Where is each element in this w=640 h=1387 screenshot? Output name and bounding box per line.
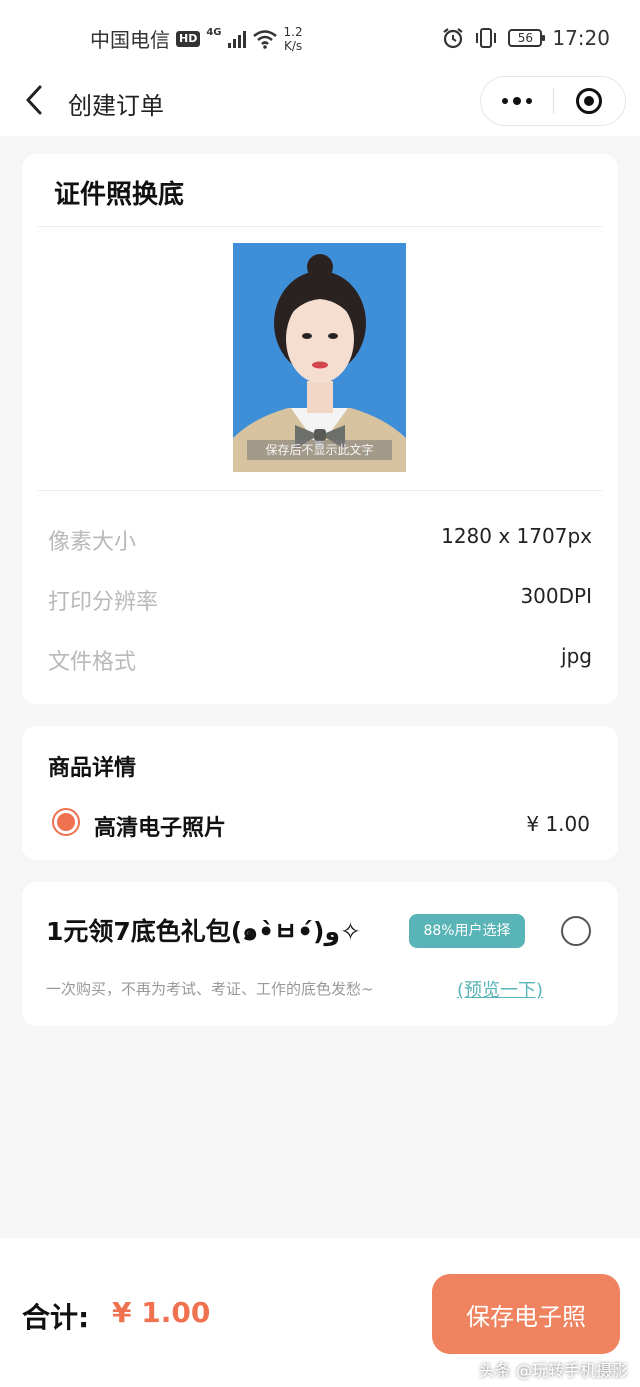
network-type: 4G (206, 27, 222, 38)
status-left: 中国电信 HD 4G 1.2 K/s (90, 24, 303, 53)
spec-label: 打印分辨率 (48, 590, 159, 615)
product-radio-selected[interactable] (52, 808, 80, 836)
battery-icon: 56 (508, 29, 546, 47)
close-miniprogram-button[interactable] (554, 76, 625, 126)
portrait-illustration (233, 243, 406, 472)
photo-caption: 保存后不显示此文字 (247, 440, 392, 460)
signal-icon (227, 30, 246, 48)
hd-badge: HD (176, 30, 201, 47)
id-photo-preview: 保存后不显示此文字 (233, 243, 406, 472)
more-dot-icon (502, 98, 508, 104)
status-right: 56 17:20 (442, 26, 610, 50)
product-name: 高清电子照片 (94, 816, 227, 841)
total-amount: ¥ 1.00 (112, 1296, 211, 1329)
wifi-icon (252, 29, 277, 49)
spec-value: 300DPI (520, 584, 592, 608)
target-icon (576, 88, 603, 114)
spec-row: 像素大小 1280 x 1707px (48, 524, 592, 555)
speed-unit: K/s (283, 38, 303, 53)
spec-label: 像素大小 (48, 530, 137, 555)
product-card: 商品详情 高清电子照片 ¥ 1.00 (22, 726, 618, 860)
preview-link[interactable]: (预览一下) (457, 976, 543, 1002)
alarm-icon (443, 28, 464, 49)
photo-card: 证件照换底 保存后不显示此文字 像素大小 1280 x 1707px 打印分辨率… (22, 154, 618, 704)
speed-value: 1.2 (283, 24, 303, 39)
chevron-left-icon (26, 85, 42, 115)
spec-value: 1280 x 1707px (441, 524, 592, 548)
photo-card-title: 证件照换底 (54, 180, 185, 210)
total-label: 合计: (22, 1301, 90, 1334)
spec-value: jpg (561, 644, 592, 668)
gift-card[interactable]: 1元领7底色礼包(๑•̀ㅂ•́)و✧ 88%用户选择 一次购买，不再为考试、考证… (22, 882, 618, 1026)
more-dot-icon (513, 97, 521, 105)
spec-label: 文件格式 (48, 650, 137, 675)
back-button[interactable] (18, 82, 54, 118)
vibrate-icon (476, 28, 497, 48)
clock: 17:20 (552, 26, 610, 50)
popularity-badge: 88%用户选择 (409, 914, 525, 948)
divider (38, 490, 602, 491)
network-speed: 1.2 K/s (284, 25, 303, 53)
save-photo-button[interactable]: 保存电子照 (432, 1274, 620, 1354)
product-card-title: 商品详情 (48, 756, 137, 781)
more-dot-icon (526, 98, 532, 104)
gift-radio-unselected[interactable] (561, 916, 591, 946)
gift-title: 1元领7底色礼包(๑•̀ㅂ•́)و✧ (46, 917, 361, 946)
miniprogram-capsule (480, 76, 626, 126)
spec-row: 打印分辨率 300DPI (48, 584, 592, 615)
checkout-bar: 合计: ¥ 1.00 保存电子照 头条 @玩转手机摄影 (0, 1238, 640, 1387)
watermark: 头条 @玩转手机摄影 (478, 1361, 628, 1380)
page-title: 创建订单 (68, 92, 164, 120)
divider (38, 226, 602, 227)
nav-bar: 创建订单 (0, 68, 640, 136)
gift-description: 一次购买，不再为考试、考证、工作的底色发愁~ (46, 980, 374, 998)
more-button[interactable] (481, 76, 553, 126)
product-price: ¥ 1.00 (526, 812, 590, 836)
carrier-label: 中国电信 (90, 28, 170, 52)
spec-row: 文件格式 jpg (48, 644, 592, 675)
